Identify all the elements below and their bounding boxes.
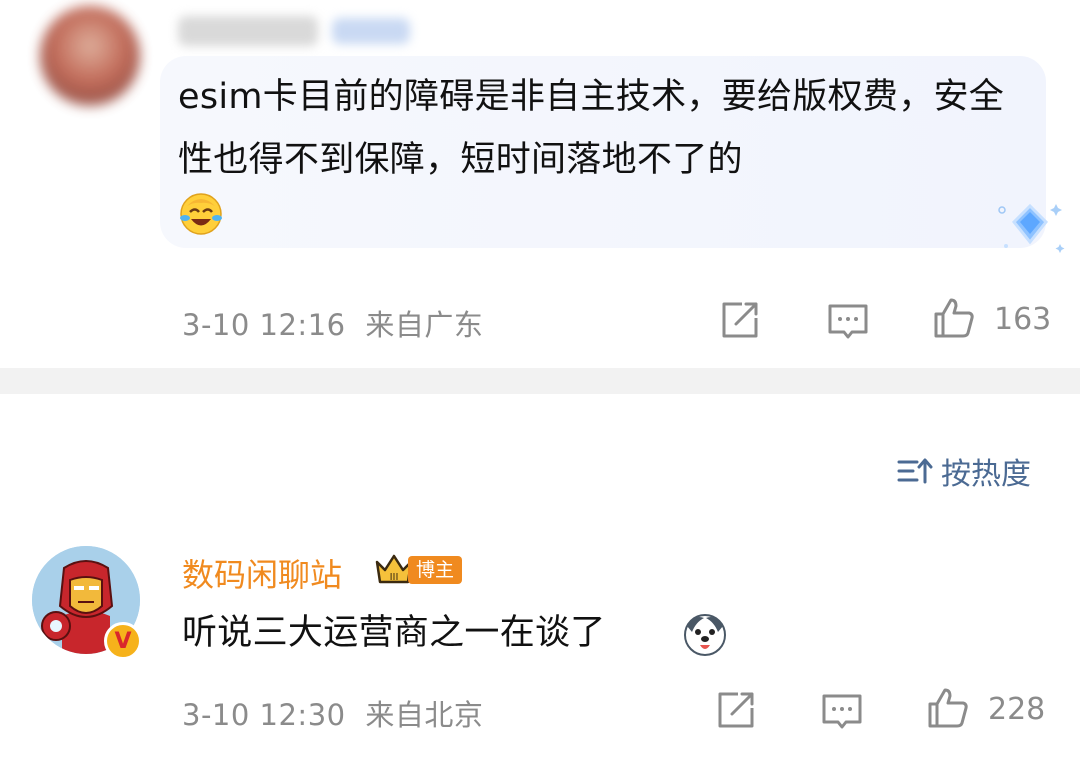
comment-time: 3-10 12:16 xyxy=(182,308,346,342)
section-divider xyxy=(0,368,1080,394)
comment-icon[interactable] xyxy=(820,690,864,734)
comment-text: 听说三大运营商之一在谈了 xyxy=(182,613,606,653)
comment-meta: 3-10 12:16 来自广东 xyxy=(182,302,483,344)
share-icon[interactable] xyxy=(718,298,762,342)
comment-icon[interactable] xyxy=(826,300,870,344)
like-count: 163 xyxy=(994,302,1052,337)
avatar[interactable] xyxy=(40,6,140,106)
like-icon[interactable] xyxy=(932,296,976,340)
sort-label: 按热度 xyxy=(941,457,1031,492)
dog-emoji-icon xyxy=(684,614,726,656)
blogger-badge: 博主 xyxy=(408,556,463,584)
author-name[interactable]: 数码闲聊站 xyxy=(182,550,342,596)
verified-badge-icon: V xyxy=(104,622,142,660)
comment-location: 来自广东 xyxy=(365,308,484,342)
like-icon[interactable] xyxy=(926,686,970,730)
author-name-redacted[interactable] xyxy=(178,16,318,46)
comment-time: 3-10 12:30 xyxy=(182,698,346,732)
laugh-cry-emoji-icon xyxy=(180,193,222,235)
sort-icon xyxy=(897,458,933,484)
share-icon[interactable] xyxy=(714,688,758,732)
author-badge-redacted xyxy=(332,18,410,44)
svg-text:III: III xyxy=(390,572,399,583)
sort-by-hot-button[interactable]: 按热度 xyxy=(897,450,1031,492)
comment-location: 来自北京 xyxy=(365,698,484,732)
comment-text: esim卡目前的障碍是非自主技术，要给版权费，安全性也得不到保障，短时间落地不了… xyxy=(178,77,1005,180)
like-count: 228 xyxy=(988,692,1046,727)
comment-meta: 3-10 12:30 来自北京 xyxy=(182,692,483,734)
diamond-decoration-icon xyxy=(998,203,1065,253)
